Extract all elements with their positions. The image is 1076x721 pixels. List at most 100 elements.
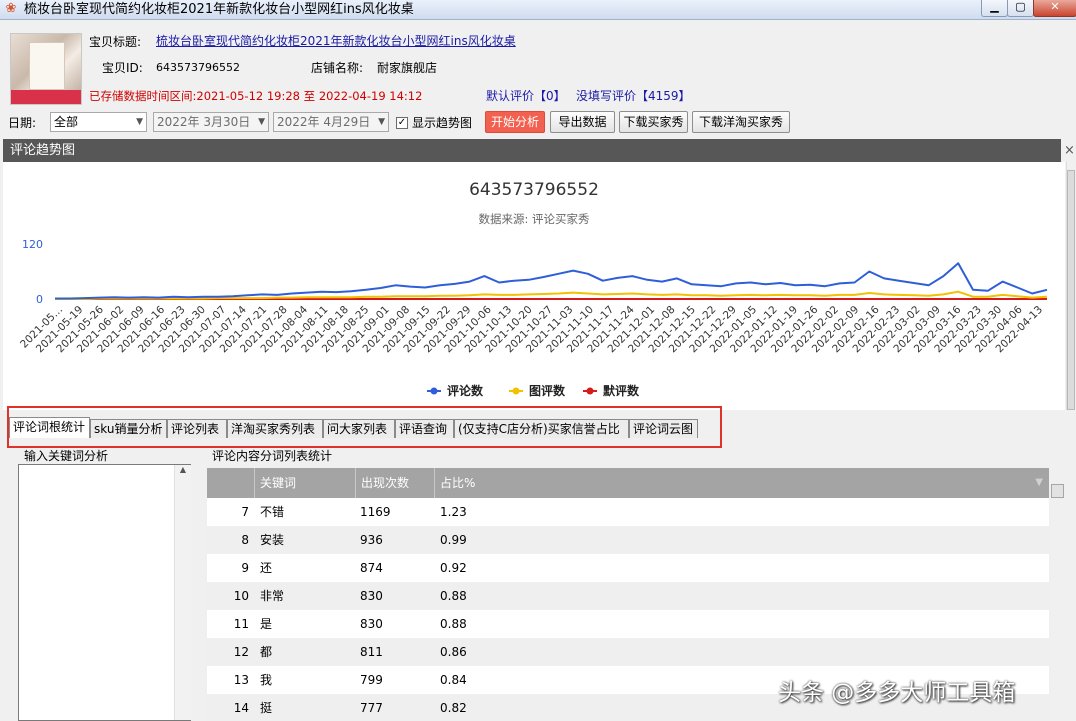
- row-count: 799: [360, 673, 383, 687]
- trend-scrollbar-thumb[interactable]: [1067, 170, 1075, 410]
- window-title: 梳妆台卧室现代简约化妆柜2021年新款化妆台小型网红ins风化妆桌: [24, 2, 414, 17]
- trend-chart: 643573796552 数据来源: 评论买家秀 1200 2021-05…20…: [18, 180, 1048, 398]
- row-index: 9: [241, 561, 249, 575]
- row-keyword: 挺: [260, 701, 273, 715]
- row-percent: 0.84: [440, 673, 467, 687]
- y-tick-label: 120: [22, 238, 43, 251]
- row-keyword: 我: [260, 673, 273, 687]
- chart-subtitle: 数据来源: 评论买家秀: [478, 212, 590, 226]
- chevron-down-icon: ▼: [258, 117, 265, 127]
- row-index: 11: [233, 617, 249, 631]
- row-index: 8: [241, 533, 249, 547]
- start-date-value: 2022年 3月30日: [157, 115, 251, 129]
- shop-name-label: 店铺名称:: [311, 61, 364, 75]
- sort-arrow-icon[interactable]: ▼: [1035, 468, 1043, 498]
- table-header-index: [207, 468, 255, 498]
- row-count: 936: [360, 533, 383, 547]
- maximize-button[interactable]: ▢: [1007, 0, 1034, 17]
- row-index: 13: [233, 673, 249, 687]
- download-foreign-buyer-show-button[interactable]: 下载洋淘买家秀: [692, 111, 790, 133]
- watermark: 头条 @多多大师工具箱: [778, 680, 1016, 706]
- product-thumbnail: [10, 33, 82, 105]
- download-buyer-show-button[interactable]: 下载买家秀: [619, 111, 688, 133]
- row-percent: 1.23: [440, 505, 467, 519]
- legend-marker[interactable]: [430, 387, 438, 395]
- stats-table-title: 评论内容分词列表统计: [210, 449, 335, 463]
- table-header-percent[interactable]: 占比% ▼: [435, 468, 1049, 498]
- row-index: 14: [233, 701, 249, 715]
- table-header-count[interactable]: 出现次数: [356, 468, 435, 498]
- row-keyword: 都: [260, 645, 273, 659]
- row-count: 874: [360, 561, 383, 575]
- end-date-value: 2022年 4月29日: [277, 115, 371, 129]
- row-percent: 0.88: [440, 589, 467, 603]
- shop-name-value: 耐家旗舰店: [377, 61, 438, 75]
- close-button[interactable]: ✕: [1033, 0, 1076, 17]
- minimize-button[interactable]: ▁: [981, 0, 1008, 17]
- tabs-highlight-outline: [7, 406, 722, 448]
- row-count: 777: [360, 701, 383, 715]
- scroll-up-icon[interactable]: ▲: [180, 465, 186, 474]
- trend-chart-area: 643573796552 数据来源: 评论买家秀 120 0 2021-05… 20…: [3, 162, 1065, 410]
- show-trend-label: 显示趋势图: [412, 116, 473, 130]
- product-title-label: 宝贝标题:: [89, 35, 142, 49]
- table-row[interactable]: 10 非常 830 0.88: [207, 582, 1049, 610]
- default-reviews-count: 默认评价【0】: [486, 89, 566, 103]
- row-count: 1169: [360, 505, 391, 519]
- chart-title: 643573796552: [469, 180, 599, 200]
- unfilled-reviews-count: 没填写评价【4159】: [576, 89, 691, 103]
- row-percent: 0.82: [440, 701, 467, 715]
- row-percent: 0.99: [440, 533, 467, 547]
- series-line-2: [55, 290, 1048, 300]
- legend-marker[interactable]: [586, 387, 594, 395]
- trend-panel-header: 评论趋势图: [3, 139, 1061, 162]
- product-id-value: 643573796552: [156, 61, 240, 74]
- table-header: 关键词 出现次数 占比% ▼: [207, 468, 1049, 498]
- table-vertical-scrollbar[interactable]: [1050, 468, 1066, 721]
- stored-data-range: 已存储数据时间区间:2021-05-12 19:28 至 2022-04-19 …: [89, 89, 423, 103]
- row-index: 12: [233, 645, 249, 659]
- table-row[interactable]: 7 不错 1169 1.23: [207, 498, 1049, 526]
- row-keyword: 不错: [260, 505, 285, 519]
- thumbnail-banner: [11, 90, 81, 104]
- start-analysis-button[interactable]: 开始分析: [485, 111, 545, 133]
- chevron-down-icon: ▼: [136, 117, 143, 127]
- keyword-group-title: 输入关键词分析: [22, 449, 111, 463]
- row-keyword: 安装: [260, 533, 285, 547]
- table-row[interactable]: 11 是 830 0.88: [207, 610, 1049, 638]
- trend-panel-close-icon[interactable]: ×: [1063, 139, 1076, 162]
- product-id-label: 宝贝ID:: [102, 61, 143, 75]
- row-keyword: 是: [260, 617, 273, 631]
- show-trend-checkbox[interactable]: ✓: [396, 117, 408, 129]
- chevron-down-icon: ▼: [378, 117, 385, 127]
- row-count: 830: [360, 617, 383, 631]
- row-keyword: 还: [260, 561, 273, 575]
- table-scrollbar-thumb[interactable]: [1051, 484, 1064, 498]
- table-header-percent-label: 占比%: [440, 476, 476, 490]
- row-count: 830: [360, 589, 383, 603]
- export-data-button[interactable]: 导出数据: [550, 111, 615, 133]
- keyword-box-scrollbar[interactable]: ▲: [174, 465, 191, 720]
- row-percent: 0.86: [440, 645, 467, 659]
- table-row[interactable]: 12 都 811 0.86: [207, 638, 1049, 666]
- table-row[interactable]: 9 还 874 0.92: [207, 554, 1049, 582]
- table-header-keyword[interactable]: 关键词: [255, 468, 356, 498]
- date-range-select[interactable]: 全部 ▼: [50, 112, 147, 132]
- legend-label[interactable]: 默评数: [603, 383, 640, 398]
- row-index: 10: [233, 589, 249, 603]
- table-row[interactable]: 8 安装 936 0.99: [207, 526, 1049, 554]
- start-date-picker[interactable]: 2022年 3月30日 ▼: [153, 112, 269, 132]
- product-title-link[interactable]: 梳妆台卧室现代简约化妆柜2021年新款化妆台小型网红ins风化妆桌: [156, 33, 516, 49]
- thumbnail-furniture-shape: [29, 42, 65, 90]
- y-tick-label: 0: [36, 293, 43, 306]
- legend-label[interactable]: 图评数: [529, 383, 566, 398]
- row-percent: 0.88: [440, 617, 467, 631]
- keyword-input-box[interactable]: [18, 464, 191, 721]
- app-icon: ❀: [5, 1, 17, 16]
- end-date-picker[interactable]: 2022年 4月29日 ▼: [273, 112, 389, 132]
- row-keyword: 非常: [260, 589, 285, 603]
- date-range-value: 全部: [54, 115, 79, 129]
- legend-label[interactable]: 评论数: [447, 383, 484, 398]
- row-count: 811: [360, 645, 383, 659]
- legend-marker[interactable]: [512, 387, 520, 395]
